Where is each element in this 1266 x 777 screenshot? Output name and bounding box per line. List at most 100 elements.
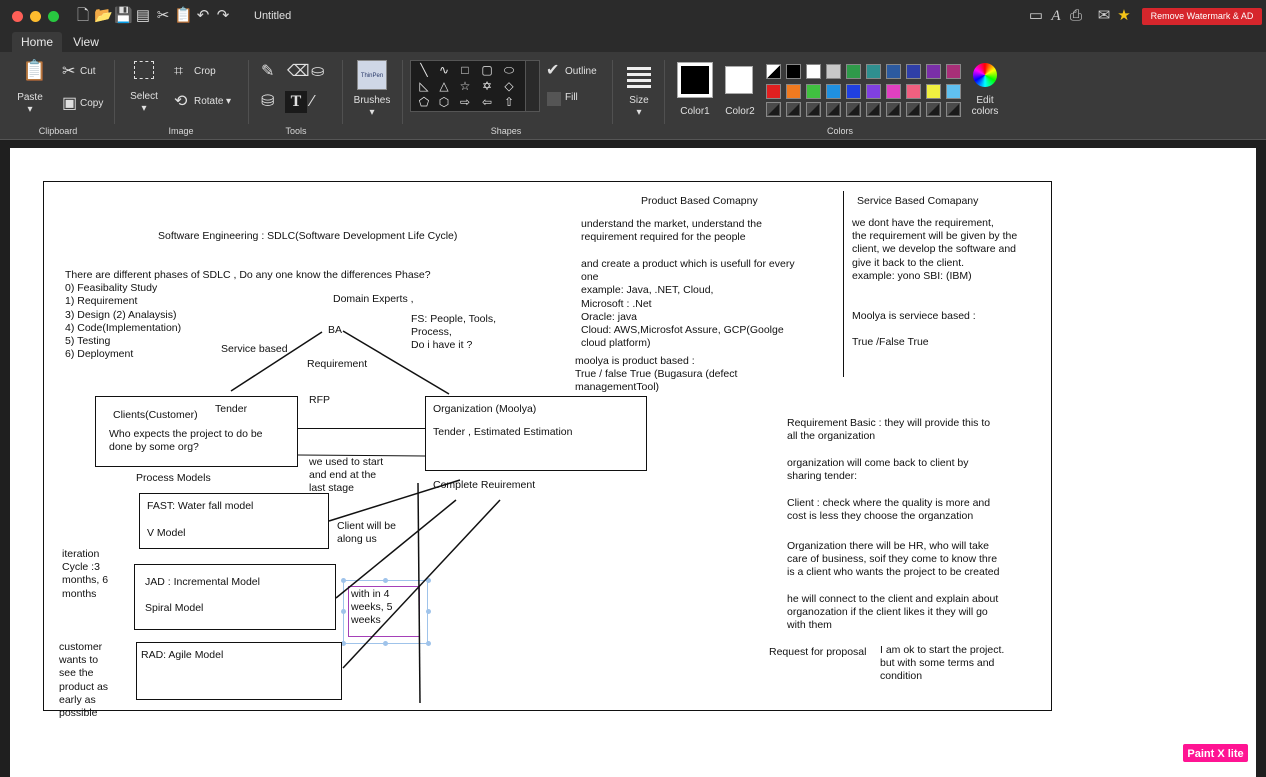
color-swatch[interactable] [906, 84, 921, 99]
zoom-window-button[interactable] [48, 11, 59, 22]
copy-button[interactable]: Copy [80, 98, 103, 109]
color2-label[interactable]: Color2 [718, 106, 762, 117]
mail-icon[interactable]: ✉ [1094, 7, 1114, 25]
color-swatch[interactable] [866, 64, 881, 79]
rectangle-shape-icon[interactable]: □ [456, 63, 474, 78]
color-swatch[interactable] [886, 84, 901, 99]
empty-color-swatch[interactable] [846, 102, 861, 117]
image-group-label: Image [168, 126, 194, 136]
paint-bucket-icon[interactable]: ⛁ [261, 93, 274, 111]
color-swatch[interactable] [786, 64, 801, 79]
color1-swatch[interactable] [677, 62, 713, 98]
remove-watermark-button[interactable]: Remove Watermark & AD [1142, 8, 1262, 25]
drawing-canvas[interactable] [10, 148, 1256, 777]
brush-preview[interactable]: ThinPen [357, 60, 387, 90]
save-icon[interactable]: 💾 [114, 7, 133, 25]
close-window-button[interactable] [12, 11, 23, 22]
separator [402, 60, 403, 124]
empty-color-swatch[interactable] [926, 102, 941, 117]
color-swatch[interactable] [866, 84, 881, 99]
right-arrow-shape-icon[interactable]: ⇨ [456, 95, 474, 110]
color1-label[interactable]: Color1 [673, 106, 717, 117]
empty-color-swatch[interactable] [826, 102, 841, 117]
chevron-down-icon[interactable]: ▾ [136, 103, 152, 114]
color-swatch[interactable] [806, 64, 821, 79]
shapes-scrollbar[interactable] [525, 61, 539, 111]
clipboard-icon[interactable]: 📋 [174, 7, 193, 25]
empty-color-swatch[interactable] [766, 102, 781, 117]
paste-icon[interactable]: ▤ [134, 7, 152, 25]
up-arrow-shape-icon[interactable]: ⇧ [500, 95, 518, 110]
redo-icon[interactable]: ↷ [214, 7, 232, 25]
eraser-icon[interactable]: ⌫ [287, 63, 310, 81]
star6-shape-icon[interactable]: ✡ [478, 79, 496, 94]
star5-shape-icon[interactable]: ☆ [456, 79, 474, 94]
minimize-window-button[interactable] [30, 11, 41, 22]
color-swatch[interactable] [886, 64, 901, 79]
separator [612, 60, 613, 124]
fill-toggle[interactable]: Fill [565, 92, 578, 103]
color-swatch[interactable] [786, 84, 801, 99]
new-file-icon[interactable]: 🗋 [74, 7, 92, 25]
empty-color-swatch[interactable] [946, 102, 961, 117]
tab-view[interactable]: View [66, 32, 106, 52]
color-swatch[interactable] [946, 64, 961, 79]
chevron-down-icon[interactable]: ▾ [364, 107, 380, 118]
empty-color-swatch[interactable] [806, 102, 821, 117]
crop-button[interactable]: Crop [194, 66, 216, 77]
paint-x-lite-badge[interactable]: Paint X lite [1182, 743, 1249, 763]
edit-colors-button[interactable]: Edit colors [962, 95, 1008, 117]
color-swatch[interactable] [846, 84, 861, 99]
empty-color-swatch[interactable] [866, 102, 881, 117]
color2-swatch[interactable] [725, 66, 753, 94]
chevron-down-icon[interactable]: ▾ [631, 107, 647, 118]
separator [664, 60, 665, 124]
paste-button[interactable]: Paste [12, 92, 48, 103]
empty-color-swatch[interactable] [786, 102, 801, 117]
diamond-shape-icon[interactable]: ◇ [500, 79, 518, 94]
color-swatch[interactable] [766, 64, 781, 79]
triangle-shape-icon[interactable]: △ [435, 79, 453, 94]
size-button[interactable]: Size [622, 95, 656, 106]
cut-button[interactable]: Cut [80, 66, 96, 77]
print-icon[interactable]: ⎙ [1066, 7, 1086, 25]
pencil-icon[interactable]: ✎ [261, 63, 274, 81]
color-wheel-icon[interactable] [973, 63, 997, 87]
cut-icon[interactable]: ✂ [154, 7, 172, 25]
fill-bucket-icon[interactable]: ⛀ [311, 63, 324, 81]
ellipse-shape-icon[interactable]: ⬭ [500, 63, 518, 78]
window-layout-icon[interactable]: ▭ [1026, 7, 1046, 25]
color-swatch[interactable] [846, 64, 861, 79]
empty-color-swatch[interactable] [906, 102, 921, 117]
color-swatch[interactable] [766, 84, 781, 99]
text-tool-icon[interactable]: T [285, 91, 307, 113]
tab-home[interactable]: Home [12, 32, 62, 52]
color-swatch[interactable] [906, 64, 921, 79]
hexagon-shape-icon[interactable]: ⬡ [435, 95, 453, 110]
chevron-down-icon[interactable]: ▾ [22, 104, 38, 115]
outline-toggle[interactable]: Outline [565, 66, 597, 77]
curve-shape-icon[interactable]: ∿ [435, 63, 453, 78]
color-swatch[interactable] [826, 64, 841, 79]
font-icon[interactable]: A [1046, 7, 1066, 25]
empty-color-swatch[interactable] [886, 102, 901, 117]
pentagon-shape-icon[interactable]: ⬠ [415, 95, 433, 110]
select-button[interactable]: Select [124, 91, 164, 102]
right-triangle-shape-icon[interactable]: ◺ [415, 79, 433, 94]
color-picker-icon[interactable]: ⁄ [311, 93, 314, 111]
color-swatch[interactable] [926, 64, 941, 79]
rounded-rect-shape-icon[interactable]: ▢ [478, 63, 496, 78]
undo-icon[interactable]: ↶ [194, 7, 212, 25]
star-icon[interactable]: ★ [1114, 7, 1134, 25]
color-swatch[interactable] [926, 84, 941, 99]
rotate-button[interactable]: Rotate [194, 96, 223, 107]
chevron-down-icon[interactable]: ▾ [226, 96, 231, 107]
brushes-button[interactable]: Brushes [348, 95, 396, 106]
left-arrow-shape-icon[interactable]: ⇦ [478, 95, 496, 110]
color-swatch[interactable] [806, 84, 821, 99]
color-swatch[interactable] [826, 84, 841, 99]
line-shape-icon[interactable]: ╲ [415, 63, 433, 78]
open-folder-icon[interactable]: 📂 [94, 7, 113, 25]
color-swatch[interactable] [946, 84, 961, 99]
ribbon-tab-bar: Home View [0, 32, 1266, 52]
